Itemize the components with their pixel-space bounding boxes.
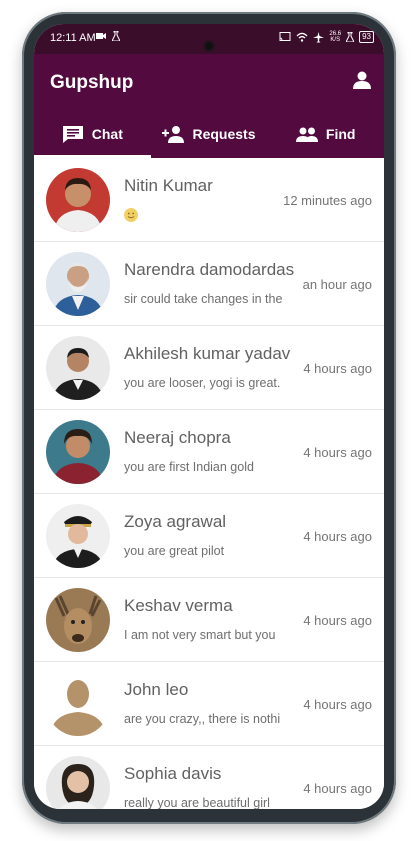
- chat-row-akhilesh-kumar-yadav[interactable]: Akhilesh kumar yadav you are looser, yog…: [34, 326, 384, 410]
- message-time: 4 hours ago: [303, 361, 372, 376]
- cast-icon: [279, 32, 291, 42]
- tab-chat[interactable]: Chat: [34, 110, 151, 158]
- tab-label: Find: [325, 126, 356, 142]
- flask-icon: [346, 32, 355, 42]
- message-time: 4 hours ago: [303, 781, 372, 796]
- screen: 12:11 AM 26.6 K/S 93 Gupshup Chat Reques…: [34, 24, 384, 809]
- contact-name: Nitin Kumar: [124, 176, 213, 195]
- chat-row-neeraj-chopra[interactable]: Neeraj chopra you are first Indian gold …: [34, 410, 384, 494]
- chat-row-narendra-damodardas[interactable]: Narendra damodardas sir could take chang…: [34, 242, 384, 326]
- message-time: 4 hours ago: [303, 529, 372, 544]
- smiley-icon: [124, 208, 138, 222]
- last-message: I am not very smart but you: [124, 628, 276, 642]
- avatar: [46, 756, 110, 809]
- last-message: you are first Indian gold: [124, 460, 254, 474]
- last-message: [124, 208, 300, 225]
- chat-row-nitin-kumar[interactable]: Nitin Kumar 12 minutes ago: [34, 158, 384, 242]
- avatar: [46, 252, 110, 316]
- chat-row-zoya-agrawal[interactable]: Zoya agrawal you are great pilot 4 hours…: [34, 494, 384, 578]
- tab-label: Chat: [91, 126, 123, 142]
- avatar: [46, 588, 110, 652]
- last-message: you are great pilot: [124, 544, 225, 558]
- contact-name: Narendra damodardas: [124, 260, 295, 279]
- profile-icon[interactable]: [352, 70, 372, 90]
- contact-name: Keshav verma: [124, 596, 233, 615]
- chat-list: Nitin Kumar 12 minutes ago Narendra damo…: [34, 158, 384, 809]
- tab-label: Requests: [192, 126, 256, 142]
- people-icon: [295, 127, 318, 142]
- airplane-icon: [313, 31, 325, 42]
- last-message: are you crazy,, there is nothi: [124, 712, 281, 726]
- last-message: really you are beautiful girl: [124, 796, 270, 809]
- avatar: [46, 168, 110, 232]
- chat-row-john-leo[interactable]: John leo are you crazy,, there is nothi …: [34, 662, 384, 746]
- tab-bar: Chat Requests Find: [34, 110, 384, 158]
- contact-name: John leo: [124, 680, 189, 699]
- avatar: [46, 336, 110, 400]
- chat-row-keshav-verma[interactable]: Keshav verma I am not very smart but you…: [34, 578, 384, 662]
- app-bar: Gupshup: [34, 54, 384, 110]
- tab-requests[interactable]: Requests: [151, 110, 268, 158]
- tab-find[interactable]: Find: [267, 110, 384, 158]
- app-title: Gupshup: [50, 72, 134, 93]
- avatar: [46, 504, 110, 568]
- status-time: 12:11 AM: [50, 32, 96, 44]
- network-speed: 26.6 K/S: [329, 31, 342, 43]
- add-person-icon: [162, 126, 185, 143]
- contact-name: Zoya agrawal: [124, 512, 227, 531]
- message-time: 12 minutes ago: [283, 193, 372, 208]
- battery-level: 93: [359, 31, 374, 43]
- chat-icon: [62, 126, 83, 143]
- message-time: 4 hours ago: [303, 445, 372, 460]
- contact-name: Sophia davis: [124, 764, 222, 783]
- avatar: [46, 420, 110, 484]
- status-bar: 12:11 AM 26.6 K/S 93: [34, 24, 384, 54]
- contact-name: Neeraj chopra: [124, 428, 231, 447]
- contact-name: Akhilesh kumar yadav: [124, 344, 291, 363]
- message-time: 4 hours ago: [303, 613, 372, 628]
- front-camera: [205, 42, 213, 50]
- last-message: sir could take changes in the: [124, 292, 283, 306]
- chat-row-sophia-davis[interactable]: Sophia davis really you are beautiful gi…: [34, 746, 384, 809]
- flask-icon: [112, 31, 120, 41]
- message-time: 4 hours ago: [303, 697, 372, 712]
- last-message: you are looser, yogi is great.: [124, 376, 281, 390]
- video-camera-icon: [96, 33, 106, 39]
- message-time: an hour ago: [302, 277, 372, 292]
- avatar: [46, 672, 110, 736]
- wifi-icon: [296, 32, 308, 42]
